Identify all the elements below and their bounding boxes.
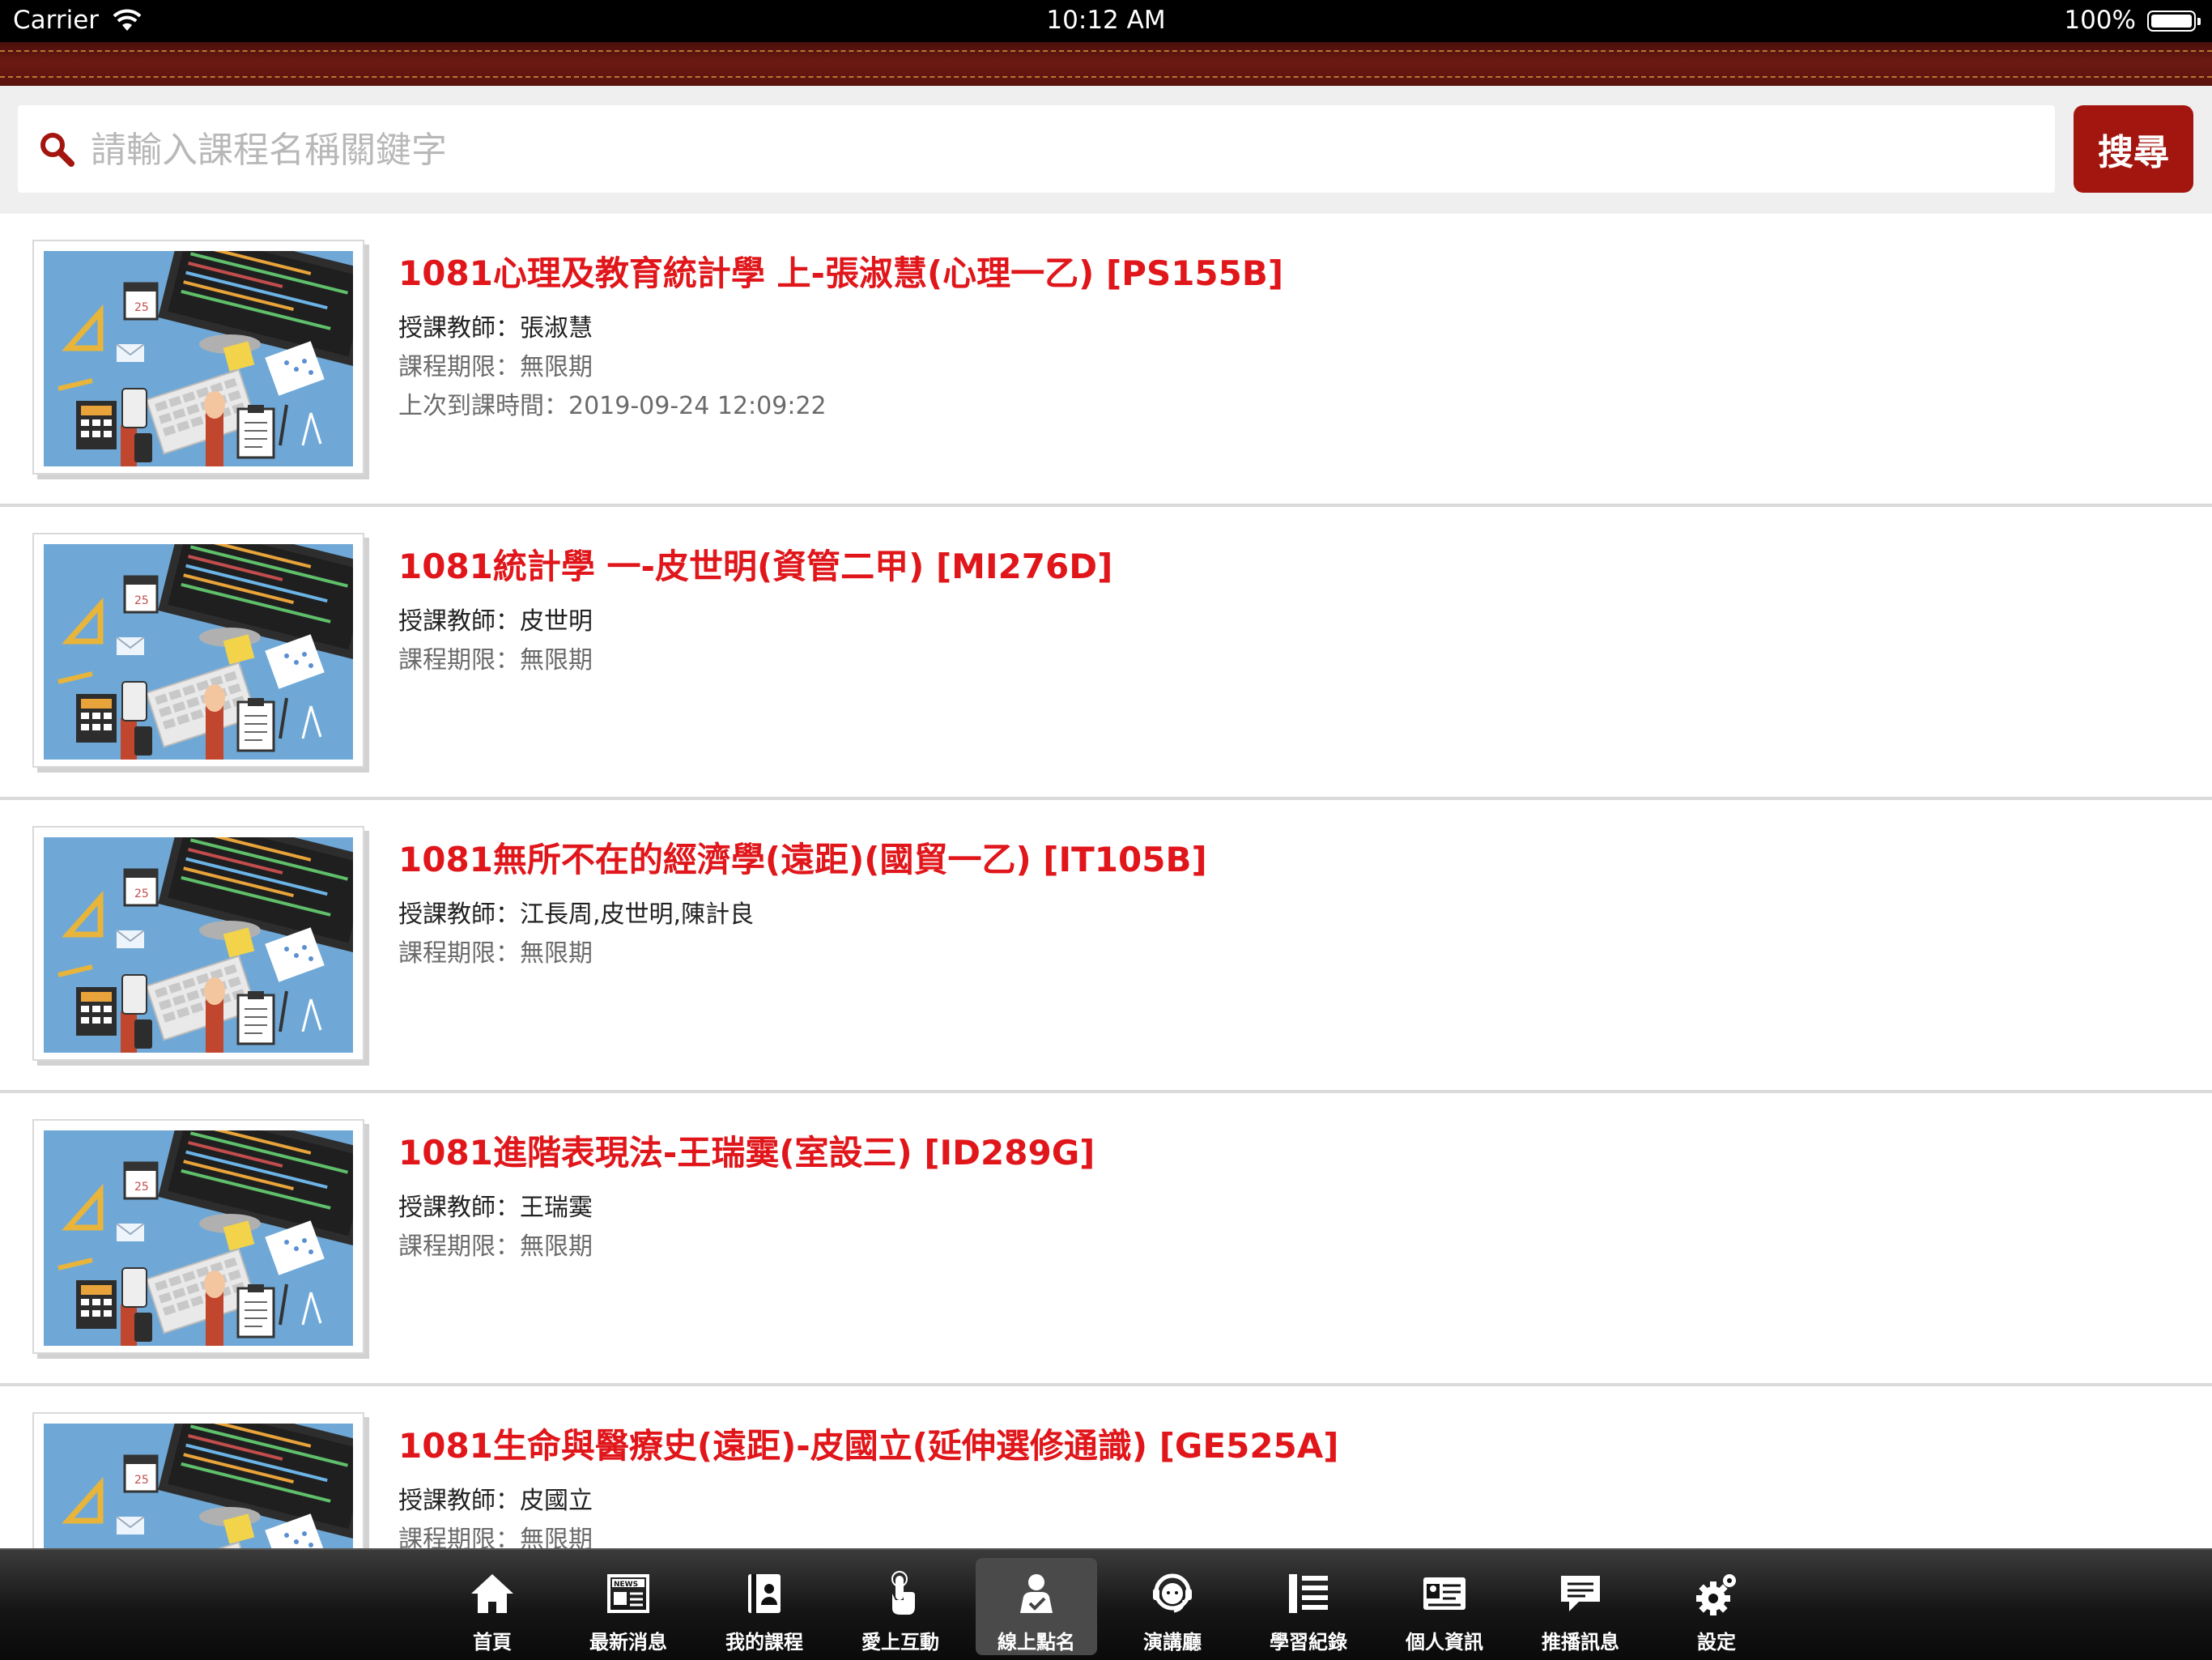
course-period-label: 課程期限： [398,1232,520,1261]
course-teacher-label: 授課教師： [398,1194,520,1222]
course-period-value: 無限期 [520,353,593,381]
course-period-value: 無限期 [520,646,593,675]
home-icon [468,1569,517,1618]
tab-home[interactable]: 首頁 [432,1558,553,1655]
tab-label: 線上點名 [998,1631,1075,1654]
course-teacher: 授課教師：皮國立 [398,1480,593,1516]
course-title[interactable]: 1081統計學 一-皮世明(資管二甲) [MI276D] [398,539,1112,589]
tab-label: 最新消息 [589,1631,667,1654]
course-period-value: 無限期 [520,1232,593,1261]
course-period-label: 課程期限： [398,646,520,675]
touch-icon [876,1569,925,1618]
message-icon [1556,1569,1605,1618]
attendance-icon [1012,1569,1061,1618]
course-period-label: 課程期限： [398,353,520,381]
course-period-value: 無限期 [520,1526,593,1548]
course-teacher-label: 授課教師： [398,314,520,343]
course-last-visit: 上次到課時間：2019-09-24 12:09:22 [398,385,827,421]
course-thumbnail[interactable]: 25 [32,1119,364,1354]
course-teacher: 授課教師：皮世明 [398,601,593,636]
status-bar: Carrier 10:12 AM 100% [0,0,2212,42]
course-last-visit-value: 2019-09-24 12:09:22 [568,392,827,420]
course-teacher-value: 王瑞霙 [520,1194,593,1222]
tab-label: 演講廳 [1143,1631,1202,1654]
course-teacher-value: 皮世明 [520,607,593,636]
tab-label: 推播訊息 [1542,1631,1619,1654]
news-icon: NEWS [604,1569,653,1618]
tab-attendance[interactable]: 線上點名 [976,1558,1097,1655]
tab-book[interactable]: 我的課程 [704,1558,825,1655]
course-thumbnail[interactable]: 25 [32,1412,364,1548]
course-item[interactable]: 25 [0,1386,2212,1548]
course-period: 課程期限：無限期 [398,1519,593,1548]
course-title[interactable]: 1081進階表現法-王瑞霙(室設三) [ID289G] [398,1126,1095,1175]
course-thumbnail[interactable]: 25 [32,826,364,1061]
course-item[interactable]: 25 [0,1093,2212,1386]
course-teacher-label: 授課教師： [398,607,520,636]
course-thumbnail[interactable]: 25 [32,240,364,475]
svg-text:25: 25 [134,887,149,900]
search-icon [40,133,74,167]
course-item[interactable]: 25 [0,214,2212,507]
bottom-tab-bar: 首頁 NEWS 最新消息 我的課程 愛上互動 線上點名 演講廳 學習紀錄 個人資訊 推播訊息 設定 [0,1548,2212,1660]
tab-label: 個人資訊 [1406,1631,1483,1654]
course-item[interactable]: 25 [0,800,2212,1093]
tab-list[interactable]: 學習紀錄 [1248,1558,1369,1655]
course-period: 課程期限：無限期 [398,347,593,382]
svg-text:25: 25 [134,1474,149,1487]
headset-icon [1148,1569,1197,1618]
course-period: 課程期限：無限期 [398,933,593,968]
svg-text:25: 25 [134,1181,149,1194]
svg-text:NEWS: NEWS [614,1581,638,1589]
tab-touch[interactable]: 愛上互動 [840,1558,961,1655]
course-teacher: 授課教師：張淑慧 [398,308,593,343]
tab-news[interactable]: NEWS 最新消息 [568,1558,689,1655]
course-list: 25 1081心理及教育統計學 上-張淑慧(心理一乙) [PS155B] 授課教… [0,214,2212,1548]
course-period-label: 課程期限： [398,1526,520,1548]
course-period: 課程期限：無限期 [398,1226,593,1262]
course-teacher-value: 皮國立 [520,1487,593,1515]
search-button[interactable]: 搜尋 [2074,105,2193,193]
book-icon [740,1569,789,1618]
course-thumbnail[interactable]: 25 [32,533,364,768]
course-item[interactable]: 25 [0,507,2212,800]
course-title[interactable]: 1081無所不在的經濟學(遠距)(國貿一乙) [IT105B] [398,832,1207,882]
course-last-visit-label: 上次到課時間： [398,392,568,420]
list-icon [1284,1569,1333,1618]
course-title[interactable]: 1081心理及教育統計學 上-張淑慧(心理一乙) [PS155B] [398,246,1283,296]
course-teacher-value: 江長周,皮世明,陳計良 [520,900,755,929]
id-card-icon [1420,1569,1469,1618]
course-period: 課程期限：無限期 [398,640,593,675]
battery-icon [2147,11,2201,32]
course-teacher: 授課教師：江長周,皮世明,陳計良 [398,894,754,930]
svg-text:25: 25 [134,594,149,607]
tab-label: 首頁 [473,1631,512,1654]
tab-gear[interactable]: 設定 [1656,1558,1777,1655]
tab-id-card[interactable]: 個人資訊 [1384,1558,1505,1655]
course-teacher-label: 授課教師： [398,900,520,929]
search-input[interactable] [89,105,2035,194]
clock: 10:12 AM [1046,6,1166,35]
search-bar: 搜尋 [0,86,2212,215]
tab-label: 學習紀錄 [1270,1631,1347,1654]
tab-label: 愛上互動 [861,1631,939,1654]
tab-label: 我的課程 [725,1631,803,1654]
tab-label: 設定 [1697,1631,1736,1654]
svg-text:25: 25 [134,301,149,314]
course-teacher: 授課教師：王瑞霙 [398,1187,593,1223]
tab-message[interactable]: 推播訊息 [1520,1558,1641,1655]
header-banner [0,42,2212,86]
course-teacher-value: 張淑慧 [520,314,593,343]
tab-headset[interactable]: 演講廳 [1112,1558,1233,1655]
course-teacher-label: 授課教師： [398,1487,520,1515]
battery-percent: 100% [2064,6,2136,35]
search-field[interactable] [18,105,2055,194]
course-period-label: 課程期限： [398,939,520,968]
gear-icon [1692,1569,1741,1618]
course-title[interactable]: 1081生命與醫療史(遠距)-皮國立(延伸選修通識) [GE525A] [398,1419,1338,1468]
course-period-value: 無限期 [520,939,593,968]
